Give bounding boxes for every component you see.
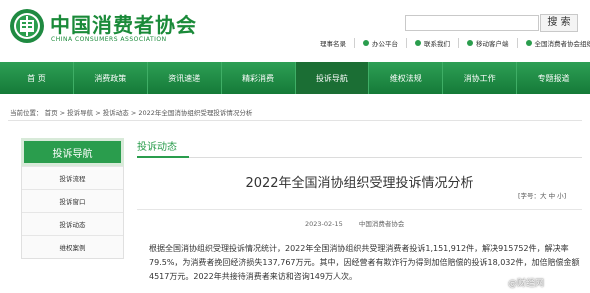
toplink-mobile[interactable]: 移动客户端 <box>458 38 517 48</box>
nav-consumption[interactable]: 精彩消费 <box>222 62 296 94</box>
breadcrumb-dynamics[interactable]: 投诉动态 <box>103 109 129 117</box>
sidebar-item-cases[interactable]: 维权案例 <box>22 235 123 258</box>
sidebar-title: 投诉导航 <box>21 138 124 166</box>
sidebar-item-dynamics[interactable]: 投诉动态 <box>22 212 123 235</box>
toplink-national[interactable]: 全国消费者协会组织 <box>516 38 590 48</box>
meta-divider <box>137 209 582 210</box>
nav-complaints[interactable]: 投诉导航 <box>295 62 370 94</box>
cca-emblem-icon[interactable] <box>9 8 45 44</box>
sidebar: 投诉导航 投诉流程 投诉窗口 投诉动态 维权案例 <box>21 138 124 259</box>
network-icon <box>525 40 532 46</box>
nav-home[interactable]: 首 页 <box>0 62 74 94</box>
nav-topics[interactable]: 专题报道 <box>517 62 590 94</box>
toplink-label: 理事名录 <box>320 40 346 48</box>
article-source: 中国消费者协会 <box>358 220 405 228</box>
toplink-label: 办公平台 <box>372 40 398 48</box>
nav-news[interactable]: 资讯速递 <box>148 62 222 94</box>
search-button[interactable]: 搜 索 <box>540 14 578 32</box>
breadcrumb-home[interactable]: 首页 <box>45 109 58 117</box>
site-logo-title[interactable]: 中国消费者协会 <box>50 9 197 38</box>
nav-policy[interactable]: 消费政策 <box>74 62 148 94</box>
article-meta: 2023-02-15 中国消费者协会 <box>305 218 418 228</box>
section-divider <box>137 157 582 158</box>
section-tab-underline <box>137 156 189 158</box>
sidebar-list: 投诉流程 投诉窗口 投诉动态 维权案例 <box>21 166 124 259</box>
site-header: 中国消费者协会 CHINA CONSUMERS ASSOCIATION 搜 索 … <box>0 0 590 62</box>
article-date: 2023-02-15 <box>305 220 343 228</box>
font-size-control[interactable]: [字号：大 中 小] <box>518 190 566 200</box>
mobile-icon <box>467 40 473 46</box>
breadcrumb-divider <box>8 120 582 121</box>
breadcrumb-complaints[interactable]: 投诉导航 <box>67 109 93 117</box>
nav-regulations[interactable]: 维权法规 <box>369 62 444 94</box>
breadcrumb-current: 2022年全国消协组织受理投诉情况分析 <box>138 109 253 117</box>
site-logo-subtitle: CHINA CONSUMERS ASSOCIATION <box>51 36 167 43</box>
toplink-office[interactable]: 办公平台 <box>354 38 406 48</box>
breadcrumb: 当前位置： 首页 > 投诉导航 > 投诉动态 > 2022年全国消协组织受理投诉… <box>10 109 253 117</box>
contact-icon <box>415 40 421 46</box>
article-title: 2022年全国消协组织受理投诉情况分析 <box>245 176 474 191</box>
toplink-directors[interactable]: 理事名录 <box>312 38 354 48</box>
toplink-contact[interactable]: 联系我们 <box>406 38 458 48</box>
section-tab: 投诉动态 <box>137 142 177 153</box>
top-links: 理事名录 办公平台 联系我们 移动客户端 全国消费者协会组织 <box>312 38 590 48</box>
sidebar-item-process[interactable]: 投诉流程 <box>22 166 123 189</box>
toplink-label: 全国消费者协会组织 <box>534 40 590 48</box>
toplink-label: 移动客户端 <box>476 40 509 48</box>
breadcrumb-prefix: 当前位置： <box>10 109 43 117</box>
office-icon <box>363 40 369 46</box>
watermark: @财经网 <box>508 279 545 289</box>
toplink-label: 联系我们 <box>424 40 450 48</box>
sidebar-item-window[interactable]: 投诉窗口 <box>22 189 123 212</box>
nav-work[interactable]: 消协工作 <box>443 62 518 94</box>
search-input[interactable] <box>405 15 539 31</box>
main-nav: 首 页 消费政策 资讯速递 精彩消费 投诉导航 维权法规 消协工作 专题报道 <box>0 62 590 94</box>
